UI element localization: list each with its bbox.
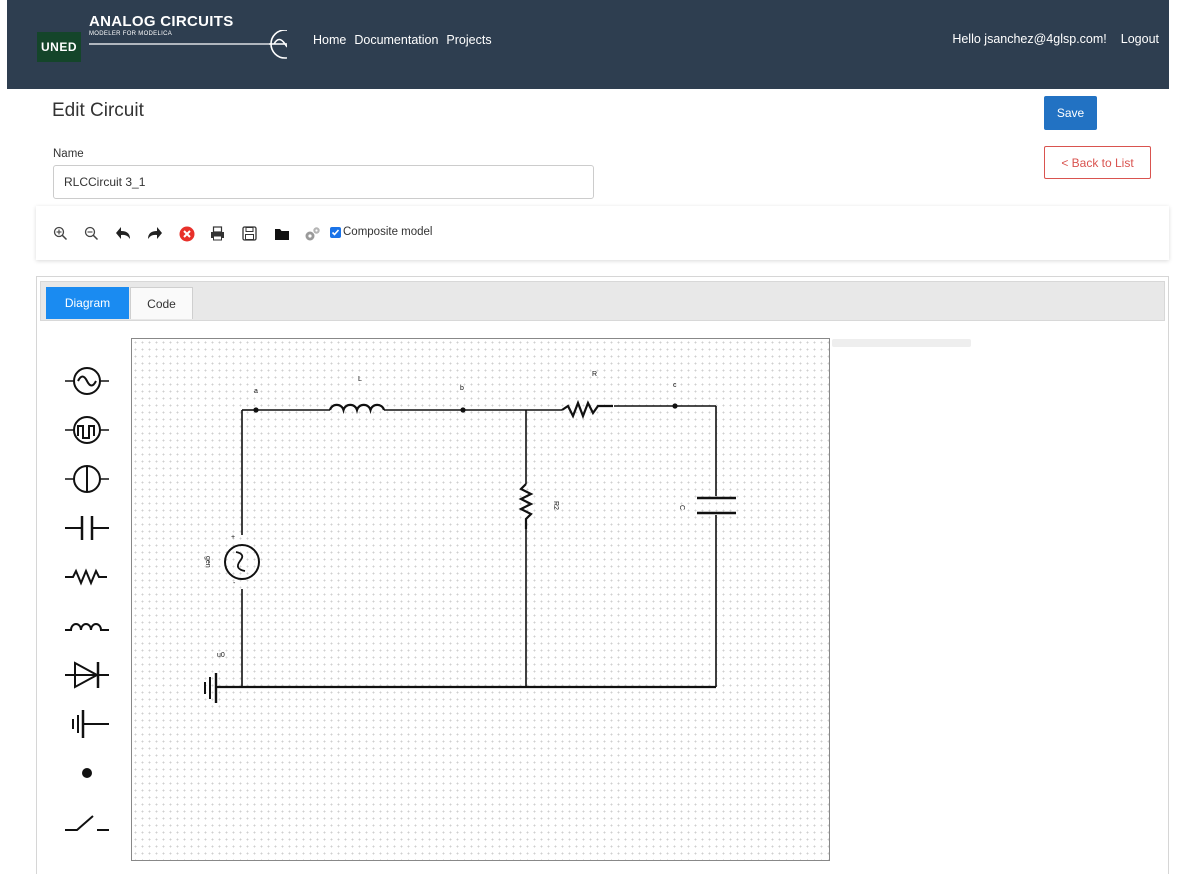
label-minus: -: [233, 580, 236, 587]
circuit-schematic: a b c L R R2 C gen u0 + -: [204, 371, 736, 703]
sine-wave-logo-icon: [89, 30, 287, 59]
save-button[interactable]: Save: [1044, 96, 1097, 130]
resistor-icon[interactable]: [59, 553, 115, 601]
nav-links: Home Documentation Projects: [313, 33, 492, 47]
node-b: [460, 407, 466, 413]
composite-model-toggle[interactable]: Composite model: [330, 226, 432, 238]
tab-bar: Diagram Code: [40, 281, 1165, 321]
composite-model-checkbox[interactable]: [330, 226, 341, 238]
horizontal-scrollbar[interactable]: [832, 339, 971, 347]
switch-icon[interactable]: [59, 798, 115, 846]
folder-icon[interactable]: [273, 225, 290, 242]
save-icon[interactable]: [241, 225, 258, 242]
label-plus: +: [231, 534, 235, 541]
nav-user-area: Hello jsanchez@4glsp.com! Logout: [952, 32, 1159, 46]
nav-documentation[interactable]: Documentation: [354, 33, 438, 47]
label-capacitor: C: [678, 505, 685, 510]
label-node-c: c: [673, 382, 677, 389]
resistor-r2: [518, 483, 534, 529]
logout-link[interactable]: Logout: [1121, 32, 1159, 46]
name-input[interactable]: [53, 165, 594, 199]
print-icon[interactable]: [209, 225, 226, 242]
current-source-icon[interactable]: [59, 455, 115, 503]
label-source: gen: [204, 556, 211, 568]
diode-icon[interactable]: [59, 651, 115, 699]
page-title: Edit Circuit: [52, 100, 144, 121]
tab-code[interactable]: Code: [130, 287, 193, 319]
label-resistor2: R2: [552, 501, 559, 510]
composite-model-label: Composite model: [343, 226, 433, 238]
capacitor-icon[interactable]: [59, 504, 115, 552]
label-resistor: R: [592, 371, 597, 378]
nav-home[interactable]: Home: [313, 33, 346, 47]
resistor-r: [561, 399, 613, 420]
zoom-out-icon[interactable]: [83, 225, 100, 242]
undo-icon[interactable]: [115, 225, 132, 242]
ground-icon[interactable]: [59, 700, 115, 748]
brand-title: ANALOG CIRCUITS: [89, 13, 234, 30]
label-ground: u0: [217, 652, 225, 659]
zoom-in-icon[interactable]: [52, 225, 69, 242]
redo-icon[interactable]: [146, 225, 163, 242]
delete-icon[interactable]: [178, 225, 195, 242]
diagram-canvas[interactable]: a b c L R R2 C gen u0 + -: [131, 338, 830, 861]
pulse-voltage-source-icon[interactable]: [59, 406, 115, 454]
diagram-toolbar: Composite model: [36, 206, 1169, 260]
brand-logo[interactable]: UNED ANALOG CIRCUITS MODELER FOR MODELIC…: [37, 13, 287, 68]
nav-projects[interactable]: Projects: [446, 33, 491, 47]
label-node-a: a: [254, 388, 258, 395]
node-c: [672, 403, 678, 409]
tab-diagram[interactable]: Diagram: [46, 287, 129, 319]
inductor-l: [328, 403, 386, 415]
node-icon[interactable]: [59, 749, 115, 797]
voltage-source-gen: [224, 544, 260, 580]
inductor-icon[interactable]: [59, 602, 115, 650]
node-a: [253, 407, 259, 413]
navbar: UNED ANALOG CIRCUITS MODELER FOR MODELIC…: [7, 0, 1169, 89]
sine-voltage-source-icon[interactable]: [59, 357, 115, 405]
name-label: Name: [53, 148, 84, 160]
settings-icon[interactable]: [304, 225, 321, 242]
component-palette: [59, 357, 115, 847]
logo-tail-icon: [269, 43, 287, 45]
label-node-b: b: [460, 385, 464, 392]
back-to-list-button[interactable]: < Back to List: [1044, 146, 1151, 179]
label-inductor: L: [358, 376, 362, 383]
user-greeting: Hello jsanchez@4glsp.com!: [952, 32, 1107, 46]
editor-panel: Diagram Code a b c L R R2 C gen u0 + -: [36, 276, 1169, 874]
uned-badge: UNED: [37, 32, 81, 62]
